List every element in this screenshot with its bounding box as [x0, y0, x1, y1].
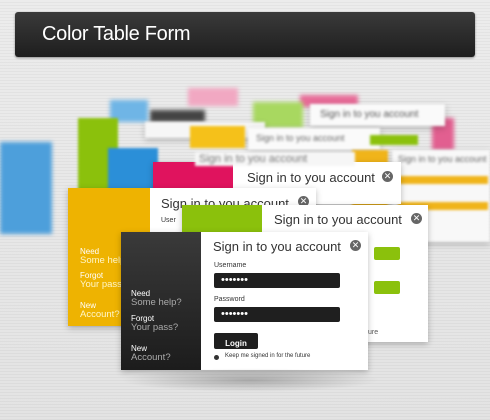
bg-form-title-3: Sign in to you account — [398, 154, 487, 164]
card-shadow — [120, 368, 380, 392]
bg-form-grey-2: Sign in to you account — [310, 104, 445, 126]
green-password-field[interactable] — [374, 281, 400, 294]
username-value: ••••••• — [221, 274, 248, 286]
bg-form-grey-mid: Sign in to you account — [195, 152, 355, 166]
login-button-label: Login — [225, 339, 247, 348]
login-button[interactable]: Login — [214, 333, 258, 349]
yellow-link-help[interactable]: Need Some help — [80, 247, 125, 265]
remember-checkbox[interactable] — [214, 355, 219, 360]
bg-card-pink-top — [188, 88, 238, 106]
password-label: Password — [214, 296, 245, 303]
bg-card-yellow-top — [190, 126, 245, 148]
pink-form-title: Sign in to you account — [247, 170, 375, 185]
green-remember-fragment: ure — [368, 329, 379, 336]
link-forgot-password[interactable]: Forgot Your pass? — [131, 314, 178, 332]
link-new-account[interactable]: New Account? — [131, 344, 171, 362]
close-icon[interactable]: ✕ — [411, 213, 422, 224]
bg-form-title-4: Sign in to you account — [199, 153, 308, 165]
yellow-link-account[interactable]: New Account? — [80, 301, 120, 319]
bg-form-title-2: Sign in to you account — [256, 133, 345, 143]
bg-card-dark-tab — [150, 110, 205, 122]
app-title-bar: Color Table Form — [15, 12, 475, 57]
yellow-form-username-label: User — [161, 217, 176, 224]
password-field[interactable]: ••••••• — [214, 307, 340, 322]
bg-card-blue — [0, 142, 52, 234]
dark-form-card: Sign in to you account ✕ Username ••••••… — [121, 232, 368, 370]
bg-form-title-1: Sign in to you account — [320, 109, 419, 120]
username-field[interactable]: ••••••• — [214, 273, 340, 288]
green-form-title: Sign in to you account — [274, 212, 402, 227]
yellow-link-pass[interactable]: Forgot Your pass — [80, 271, 122, 289]
form-title: Sign in to you account — [213, 239, 341, 254]
remember-label: Keep me signed in for the future — [225, 353, 311, 359]
password-value: ••••••• — [221, 308, 248, 320]
bg-card-green-bar — [370, 135, 418, 145]
close-icon[interactable]: ✕ — [382, 171, 393, 182]
bg-form-grey-3: Sign in to you account — [248, 128, 380, 150]
green-username-field[interactable] — [374, 247, 400, 260]
username-label: Username — [214, 262, 247, 269]
close-icon[interactable]: ✕ — [350, 240, 361, 251]
link-need-help[interactable]: Need Some help? — [131, 289, 182, 307]
page-title: Color Table Form — [42, 23, 191, 45]
